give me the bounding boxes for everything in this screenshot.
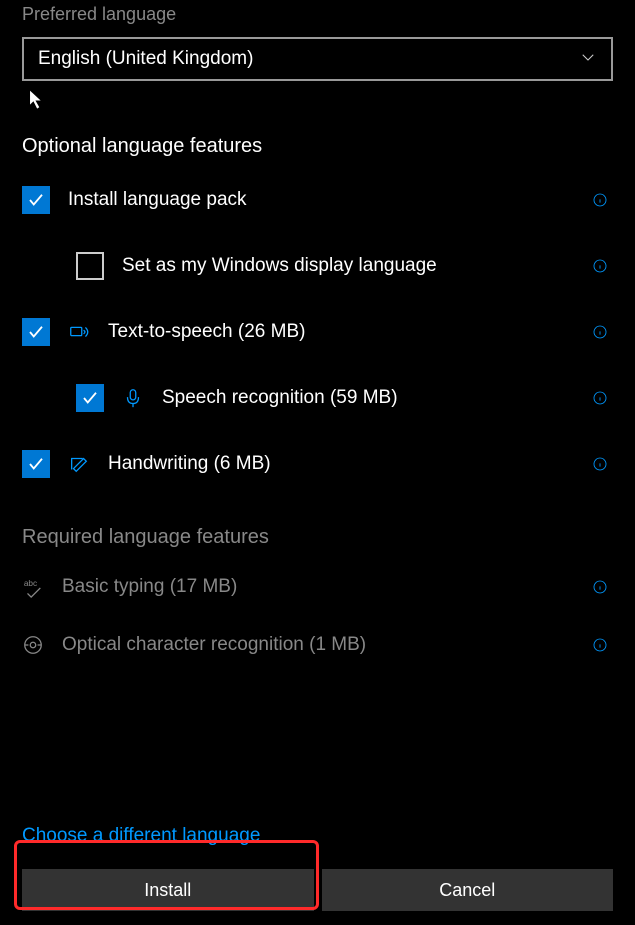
info-icon[interactable] [591,578,609,596]
display-language-row: Set as my Windows display language [22,246,613,286]
choose-different-language-link[interactable]: Choose a different language [22,825,260,847]
speech-recognition-checkbox[interactable] [76,384,104,412]
basic-typing-row: abc Basic typing (17 MB) [22,567,613,607]
speech-recognition-label: Speech recognition (59 MB) [162,387,613,409]
basic-typing-icon: abc [22,576,44,598]
footer-area: Choose a different language Install Canc… [22,825,613,911]
preferred-language-dropdown[interactable]: English (United Kingdom) [22,37,613,81]
display-language-label: Set as my Windows display language [122,255,613,277]
preferred-language-label: Preferred language [22,4,613,25]
display-language-checkbox[interactable] [76,252,104,280]
ocr-label: Optical character recognition (1 MB) [62,634,613,656]
install-button[interactable]: Install [22,869,314,911]
handwriting-row: Handwriting (6 MB) [22,444,613,484]
info-icon[interactable] [591,389,609,407]
info-icon[interactable] [591,323,609,341]
ocr-icon [22,634,44,656]
text-to-speech-icon [68,321,90,343]
info-icon[interactable] [591,191,609,209]
basic-typing-label: Basic typing (17 MB) [62,576,613,598]
text-to-speech-label: Text-to-speech (26 MB) [108,321,613,343]
text-to-speech-checkbox[interactable] [22,318,50,346]
chevron-down-icon [579,48,597,71]
install-language-pack-row: Install language pack [22,180,613,220]
microphone-icon [122,387,144,409]
handwriting-label: Handwriting (6 MB) [108,453,613,475]
required-features-heading: Required language features [22,526,613,549]
info-icon[interactable] [591,257,609,275]
info-icon[interactable] [591,636,609,654]
handwriting-checkbox[interactable] [22,450,50,478]
handwriting-icon [68,453,90,475]
install-language-pack-checkbox[interactable] [22,186,50,214]
optional-features-heading: Optional language features [22,135,613,158]
svg-text:abc: abc [24,579,37,588]
info-icon[interactable] [591,455,609,473]
cancel-button[interactable]: Cancel [322,869,614,911]
dropdown-value: English (United Kingdom) [38,48,253,70]
install-language-pack-label: Install language pack [68,189,613,211]
speech-recognition-row: Speech recognition (59 MB) [22,378,613,418]
text-to-speech-row: Text-to-speech (26 MB) [22,312,613,352]
mouse-cursor-icon [28,89,46,116]
ocr-row: Optical character recognition (1 MB) [22,625,613,665]
